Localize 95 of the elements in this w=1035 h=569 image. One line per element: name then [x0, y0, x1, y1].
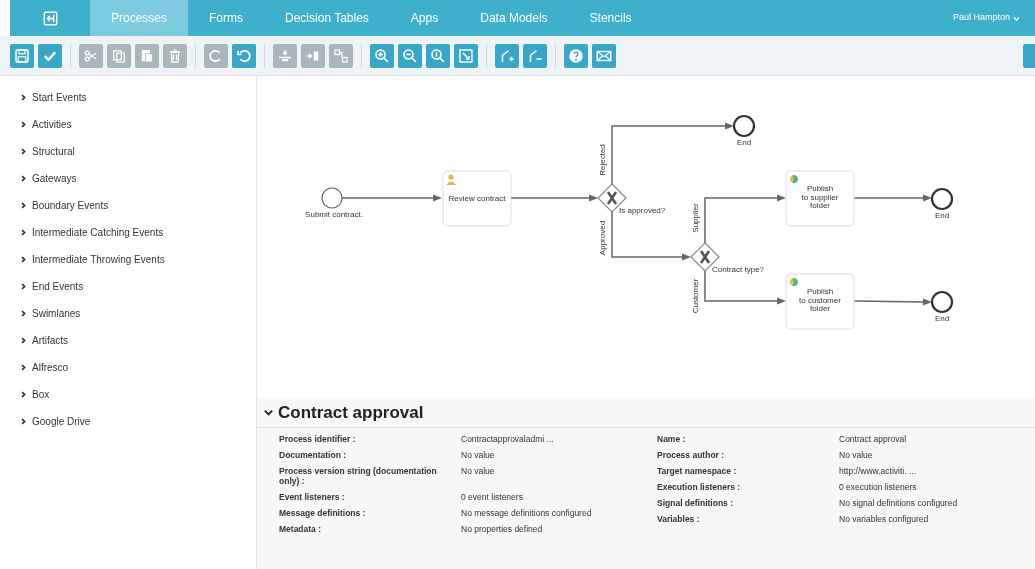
flow-label: Approved: [598, 220, 607, 256]
property-value[interactable]: No value: [461, 450, 657, 460]
task-label: Review contract: [448, 194, 506, 203]
palette-group[interactable]: Artifacts: [0, 327, 256, 354]
connect-icon: [332, 46, 350, 65]
flow-label: Supplier: [691, 203, 700, 233]
service-logo-icon: [790, 175, 798, 183]
event-label: End: [934, 211, 950, 220]
palette-group[interactable]: Structural: [0, 138, 256, 165]
palette-group[interactable]: Google Drive: [0, 408, 256, 435]
property-label: Event listeners :: [279, 492, 346, 502]
palette-label: Swimlanes: [32, 307, 81, 321]
property-value[interactable]: http://www.activiti. ...: [839, 466, 1035, 476]
property-label: Name :: [657, 434, 687, 444]
zoom-fit-icon: [457, 46, 475, 65]
property-value[interactable]: 0 event listeners: [461, 492, 657, 502]
palette-group[interactable]: Intermediate Catching Events: [0, 219, 256, 246]
task-node: [442, 170, 512, 227]
bendpoint-add-button[interactable]: [495, 43, 519, 68]
palette-group[interactable]: Boundary Events: [0, 192, 256, 219]
palette-label: Intermediate Catching Events: [32, 226, 164, 240]
property-label: Message definitions :: [279, 508, 367, 518]
property-value[interactable]: Contractapprovaladmi ...: [461, 434, 657, 444]
property-value[interactable]: No value: [461, 466, 657, 486]
palette-group[interactable]: Start Events: [0, 84, 256, 111]
property-label: Documentation :: [279, 450, 348, 460]
gateway-node: [597, 183, 627, 213]
end-event-circle: [930, 187, 954, 211]
flow-label: Customer: [691, 278, 700, 314]
palette-group[interactable]: Box: [0, 381, 256, 408]
palette-group[interactable]: End Events: [0, 273, 256, 300]
palette-label: Structural: [32, 145, 75, 159]
palette-label: End Events: [32, 280, 84, 294]
property-value[interactable]: Contract approval: [839, 434, 1035, 444]
property-label: Signal definitions :: [657, 498, 735, 508]
palette-label: Google Drive: [32, 415, 91, 429]
property-value[interactable]: No signal definitions configured: [839, 498, 1035, 508]
bendpoint-remove-button[interactable]: [523, 43, 547, 68]
property-label: Execution listeners :: [657, 482, 742, 492]
property-label: Process author :: [657, 450, 726, 460]
property-label: Process version string (documentation only) :: [279, 466, 438, 486]
property-value[interactable]: No variables configured: [839, 514, 1035, 524]
flow-label: Rejected: [598, 144, 607, 176]
property-label: Process identifier :: [279, 434, 357, 444]
zoom-in-button[interactable]: [370, 43, 394, 68]
palette-label: Activities: [32, 118, 72, 132]
undo-button[interactable]: [232, 43, 256, 68]
event-label: End: [736, 138, 752, 147]
palette-group[interactable]: Gateways: [0, 165, 256, 192]
palette-group[interactable]: Intermediate Throwing Events: [0, 246, 256, 273]
logo-icon: [42, 10, 58, 26]
property-value[interactable]: No message definitions configured: [461, 508, 657, 518]
zoom-out-icon: [401, 46, 419, 65]
task-label: Publish to supplier folder: [801, 184, 839, 210]
zoom-actual-icon: [429, 46, 447, 65]
end-event-circle: [732, 114, 756, 138]
property-value[interactable]: 0 execution listeners: [839, 482, 1035, 492]
property-label: Variables :: [657, 514, 701, 524]
start-event-circle: [321, 187, 343, 209]
zoom-out-button[interactable]: [398, 43, 422, 68]
save-icon: [13, 46, 31, 65]
palette-group[interactable]: Swimlanes: [0, 300, 256, 327]
gateway-label: Is approved?: [619, 206, 666, 215]
panel-toggle-button[interactable]: [1023, 43, 1035, 68]
palette-label: Start Events: [32, 91, 87, 105]
task-node: [785, 273, 855, 330]
task-label: Publish to customer folder: [799, 287, 841, 313]
palette-label: Boundary Events: [32, 199, 109, 213]
envelope-button[interactable]: [592, 43, 616, 68]
help-icon: [567, 46, 585, 65]
palette-label: Box: [32, 388, 50, 402]
gateway-label: Contract type?: [712, 265, 765, 274]
property-label: Target namespace :: [657, 466, 738, 476]
zoom-actual-button[interactable]: [426, 43, 450, 68]
zoom-in-icon: [373, 46, 391, 65]
user-icon: [446, 174, 456, 185]
event-label: Submit contract.: [305, 210, 363, 219]
palette-label: Gateways: [32, 172, 77, 186]
property-value[interactable]: No properties defined: [461, 524, 657, 534]
help-button[interactable]: [564, 43, 588, 68]
palette-label: Alfresco: [32, 361, 69, 375]
zoom-fit-button[interactable]: [454, 43, 478, 68]
property-value[interactable]: No value: [839, 450, 1035, 460]
panel-title: Contract approval: [278, 401, 424, 424]
end-event-circle: [930, 290, 954, 314]
palette-group[interactable]: Alfresco: [0, 354, 256, 381]
palette-label: Intermediate Throwing Events: [32, 253, 165, 267]
service-logo-icon: [790, 278, 798, 286]
event-label: End: [934, 314, 950, 323]
palette-label: Artifacts: [32, 334, 69, 348]
property-label: Metadata :: [279, 524, 323, 534]
check-button[interactable]: [38, 43, 62, 68]
task-node: [785, 170, 855, 227]
palette-group[interactable]: Activities: [0, 111, 256, 138]
save-button[interactable]: [10, 43, 34, 68]
